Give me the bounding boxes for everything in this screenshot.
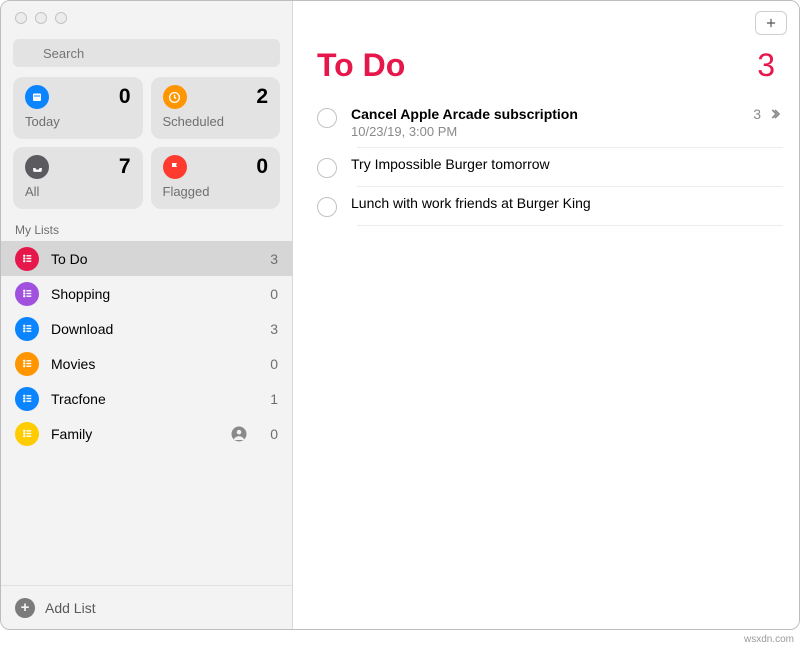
list-name: Download (51, 321, 248, 337)
reminders-list: Cancel Apple Arcade subscription 10/23/19… (293, 98, 799, 226)
search-input[interactable] (13, 39, 280, 67)
calendar-today-icon (25, 85, 49, 109)
scheduled-label: Scheduled (163, 114, 269, 129)
list-icon (15, 247, 39, 271)
list-icon (15, 317, 39, 341)
list-icon (15, 422, 39, 446)
list-row[interactable]: Family 0 (1, 416, 292, 451)
list-icon (15, 282, 39, 306)
scheduled-count: 2 (256, 85, 268, 109)
list-row[interactable]: Movies 0 (1, 346, 292, 381)
list-count: 3 (260, 321, 278, 337)
my-lists: To Do 3 Shopping 0 Download 3 Movies 0 Tracfone 1… (1, 241, 292, 451)
list-icon (15, 352, 39, 376)
today-count: 0 (119, 85, 131, 109)
complete-toggle[interactable] (317, 158, 337, 178)
list-count: 0 (260, 426, 278, 442)
minimize-window-button[interactable] (35, 12, 47, 24)
reminder-title: Lunch with work friends at Burger King (351, 195, 783, 211)
list-row[interactable]: Shopping 0 (1, 276, 292, 311)
complete-toggle[interactable] (317, 197, 337, 217)
flagged-count: 0 (256, 155, 268, 179)
subtask-count: 3 (753, 106, 761, 122)
list-name: To Do (51, 251, 248, 267)
window: 0 Today 2 Scheduled 7 (0, 0, 800, 630)
list-name: Family (51, 426, 218, 442)
smart-list-all[interactable]: 7 All (13, 147, 143, 209)
reminder-row[interactable]: Try Impossible Burger tomorrow (317, 148, 783, 186)
window-controls (1, 1, 292, 35)
all-count: 7 (119, 155, 131, 179)
watermark: wsxdn.com (744, 634, 794, 645)
smart-list-scheduled[interactable]: 2 Scheduled (151, 77, 281, 139)
list-title: To Do (317, 47, 405, 84)
clock-icon (163, 85, 187, 109)
list-name: Shopping (51, 286, 248, 302)
smart-list-today[interactable]: 0 Today (13, 77, 143, 139)
shared-icon (230, 425, 248, 443)
plus-icon: + (15, 598, 35, 618)
flag-icon (163, 155, 187, 179)
today-label: Today (25, 114, 131, 129)
inbox-icon (25, 155, 49, 179)
reminder-title: Cancel Apple Arcade subscription (351, 106, 739, 122)
toolbar (293, 1, 799, 45)
chevron-right-icon (767, 106, 783, 122)
my-lists-header: My Lists (1, 209, 292, 241)
add-list-button[interactable]: + Add List (1, 585, 292, 629)
list-row[interactable]: Tracfone 1 (1, 381, 292, 416)
complete-toggle[interactable] (317, 108, 337, 128)
main-panel: To Do 3 Cancel Apple Arcade subscription… (293, 1, 799, 629)
zoom-window-button[interactable] (55, 12, 67, 24)
reminder-subtitle: 10/23/19, 3:00 PM (351, 124, 739, 139)
list-count: 0 (260, 286, 278, 302)
all-label: All (25, 184, 131, 199)
reminder-row[interactable]: Cancel Apple Arcade subscription 10/23/19… (317, 98, 783, 147)
reminder-title: Try Impossible Burger tomorrow (351, 156, 783, 172)
list-icon (15, 387, 39, 411)
list-count: 3 (260, 251, 278, 267)
flagged-label: Flagged (163, 184, 269, 199)
add-list-label: Add List (45, 600, 96, 616)
sidebar: 0 Today 2 Scheduled 7 (1, 1, 293, 629)
separator (357, 225, 783, 226)
add-reminder-button[interactable] (755, 11, 787, 35)
list-count: 0 (260, 356, 278, 372)
list-row[interactable]: Download 3 (1, 311, 292, 346)
list-name: Tracfone (51, 391, 248, 407)
close-window-button[interactable] (15, 12, 27, 24)
smart-list-flagged[interactable]: 0 Flagged (151, 147, 281, 209)
list-name: Movies (51, 356, 248, 372)
list-count: 1 (260, 391, 278, 407)
list-count: 3 (757, 47, 775, 84)
reminder-row[interactable]: Lunch with work friends at Burger King (317, 187, 783, 225)
list-row[interactable]: To Do 3 (1, 241, 292, 276)
